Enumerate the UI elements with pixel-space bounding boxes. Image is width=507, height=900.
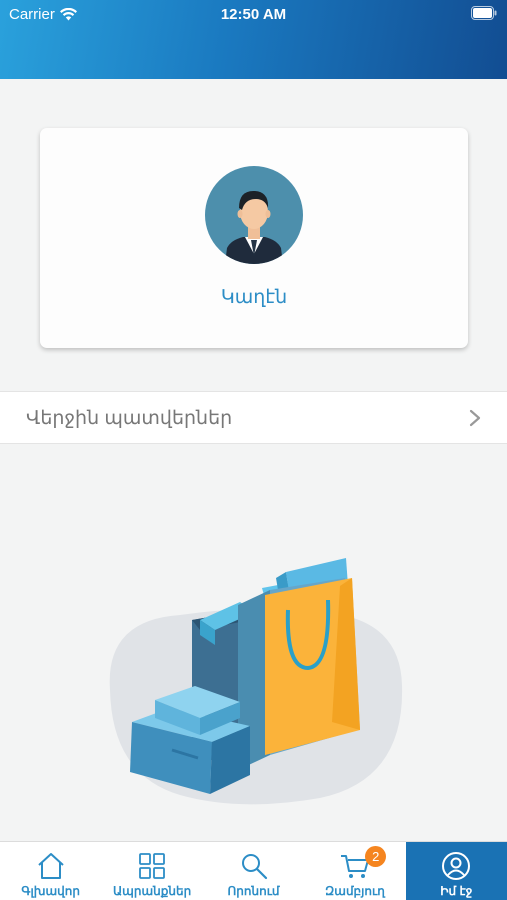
avatar[interactable]	[205, 166, 303, 264]
tab-bar: Գլխավոր Ապրանքներ Որոնում 2 Զամբյուղ Իմ …	[0, 841, 507, 900]
chevron-right-icon	[469, 409, 481, 427]
status-bar: Carrier 12:50 AM	[0, 0, 507, 28]
tab-search[interactable]: Որոնում	[203, 842, 304, 900]
grid-icon	[139, 853, 166, 879]
tab-my-page-label: Իմ էջ	[440, 884, 473, 898]
recent-orders-row[interactable]: Վերջին պատվերներ	[0, 391, 507, 444]
shopping-bag-illustration	[109, 558, 403, 805]
tab-products[interactable]: Ապրանքներ	[101, 842, 202, 900]
tab-search-label: Որոնում	[227, 884, 280, 898]
header: Carrier 12:50 AM	[0, 0, 507, 79]
tab-my-page[interactable]: Իմ էջ	[405, 842, 507, 900]
home-icon	[38, 853, 64, 879]
battery-icon	[471, 6, 497, 20]
tab-cart[interactable]: 2 Զամբյուղ	[304, 842, 405, 900]
profile-card: Կաղէն	[40, 128, 468, 348]
tab-home-label: Գլխավոր	[21, 884, 80, 898]
cart-badge: 2	[365, 846, 387, 867]
tab-products-label: Ապրանքներ	[112, 884, 192, 898]
search-icon	[241, 854, 267, 880]
profile-name: Կաղէն	[220, 287, 288, 308]
recent-orders-label: Վերջին պատվերներ	[26, 408, 233, 429]
user-icon	[442, 852, 471, 880]
user-avatar-icon	[225, 190, 283, 264]
tab-cart-label: Զամբյուղ	[324, 884, 385, 898]
status-time: 12:50 AM	[220, 6, 287, 23]
tab-home[interactable]: Գլխավոր	[0, 842, 101, 900]
